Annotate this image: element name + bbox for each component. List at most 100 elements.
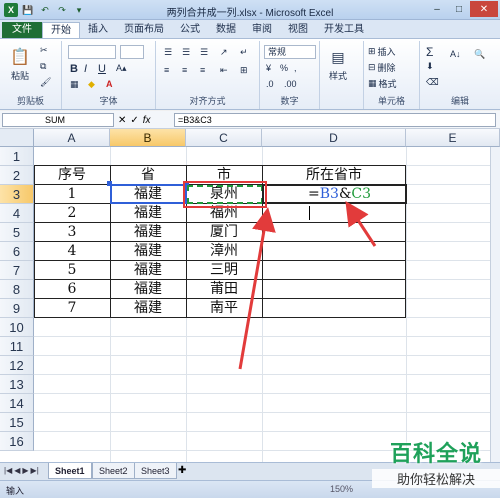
- tab-file[interactable]: 文件: [2, 22, 42, 38]
- format-cells-button[interactable]: ▦ 格式: [368, 77, 397, 90]
- annotation-arrow-left: [238, 207, 276, 370]
- maximize-button[interactable]: □: [448, 1, 470, 17]
- watermark-title: 百科全说: [389, 442, 482, 467]
- sheet-tab-sheet3[interactable]: Sheet3: [134, 463, 177, 479]
- group-alignment: ☰ ☰ ☰ ↗ ↵ ≡ ≡ ≡ ⇤ ⊞ 对齐方式: [156, 41, 260, 109]
- cut-icon[interactable]: ✂: [40, 45, 48, 56]
- underline-button[interactable]: U: [98, 63, 106, 75]
- tab-insert[interactable]: 插入: [80, 22, 116, 38]
- bold-button[interactable]: B: [70, 63, 78, 75]
- title-bar: X 💾 ↶ ↷ ▾ 两列合并成一列.xlsx - Microsoft Excel…: [0, 0, 500, 20]
- delete-cells-button[interactable]: ⊟ 删除: [368, 61, 396, 74]
- indent-icon[interactable]: ⇤: [220, 65, 228, 76]
- tab-developer[interactable]: 开发工具: [316, 22, 372, 38]
- font-name-dropdown[interactable]: [68, 45, 116, 59]
- align-bottom-icon[interactable]: ☰: [200, 47, 208, 58]
- group-label-number: 数字: [280, 96, 299, 106]
- number-format-dropdown[interactable]: 常规: [264, 45, 316, 59]
- group-label-font: 字体: [99, 96, 118, 106]
- first-sheet-icon[interactable]: |◀: [4, 466, 12, 475]
- minimize-button[interactable]: –: [426, 1, 448, 17]
- tab-page-layout[interactable]: 页面布局: [116, 22, 172, 38]
- copy-icon[interactable]: ⧉: [40, 61, 46, 72]
- formula-input[interactable]: =B3&C3: [174, 113, 496, 127]
- fill-color-icon[interactable]: ◆: [88, 79, 95, 90]
- delete-cells-icon: ⊟: [368, 62, 376, 72]
- sheet-tab-sheet2[interactable]: Sheet2: [92, 463, 135, 479]
- font-size-dropdown[interactable]: [120, 45, 144, 59]
- group-clipboard: 📋 粘贴 ✂ ⧉ 🖌 剪贴板: [0, 41, 62, 109]
- clear-icon[interactable]: ⌫: [426, 77, 439, 88]
- close-button[interactable]: ✕: [470, 1, 498, 17]
- name-box[interactable]: SUM: [2, 113, 114, 127]
- ribbon-home: 📋 粘贴 ✂ ⧉ 🖌 剪贴板 B I U A▴ ▦ ◆ A 字体 ☰ ☰ ☰ ↗…: [0, 38, 500, 110]
- decrease-decimal-icon[interactable]: .00: [284, 79, 297, 89]
- border-icon[interactable]: ▦: [70, 79, 79, 90]
- currency-icon[interactable]: ¥: [266, 63, 271, 73]
- save-icon[interactable]: 💾: [21, 3, 35, 17]
- group-cells: ⊞ 插入 ⊟ 删除 ▦ 格式 单元格: [364, 41, 420, 109]
- cancel-icon[interactable]: ✕: [118, 115, 126, 126]
- group-label-editing: 编辑: [450, 96, 469, 106]
- styles-button[interactable]: ▤ 样式: [328, 47, 348, 82]
- formula-bar-buttons: ✕ ✓ fx: [118, 113, 151, 127]
- group-font: B I U A▴ ▦ ◆ A 字体: [62, 41, 156, 109]
- italic-button[interactable]: I: [84, 63, 87, 75]
- vertical-scrollbar[interactable]: [490, 147, 500, 462]
- merge-center-icon[interactable]: ⊞: [240, 65, 248, 76]
- excel-app-icon[interactable]: X: [4, 3, 18, 17]
- tab-home[interactable]: 开始: [42, 22, 80, 38]
- tab-review[interactable]: 审阅: [244, 22, 280, 38]
- align-right-icon[interactable]: ≡: [200, 65, 205, 75]
- find-select-icon[interactable]: 🔍: [474, 49, 485, 60]
- group-editing: Σ ⬇ ⌫ A↓ 🔍 编辑: [420, 41, 500, 109]
- last-sheet-icon[interactable]: ▶|: [31, 466, 39, 475]
- annotation-arrow-right: [345, 200, 377, 247]
- align-middle-icon[interactable]: ☰: [182, 47, 190, 58]
- watermark-subtitle: 助你轻松解决: [372, 469, 500, 488]
- sheet-tab-sheet1[interactable]: Sheet1: [48, 463, 92, 479]
- align-left-icon[interactable]: ≡: [164, 65, 169, 75]
- next-sheet-icon[interactable]: ▶: [22, 466, 28, 475]
- window-title: 两列合并成一列.xlsx - Microsoft Excel: [166, 8, 334, 19]
- sheet-navigation: |◀ ◀ ▶ ▶|: [4, 466, 39, 475]
- formula-bar: SUM ✕ ✓ fx =B3&C3: [0, 111, 500, 129]
- redo-icon[interactable]: ↷: [55, 3, 69, 17]
- group-styles: ▤ 样式: [320, 41, 364, 109]
- align-center-icon[interactable]: ≡: [182, 65, 187, 75]
- comma-icon[interactable]: ,: [294, 63, 297, 73]
- orientation-icon[interactable]: ↗: [220, 47, 228, 58]
- prev-sheet-icon[interactable]: ◀: [14, 466, 20, 475]
- align-top-icon[interactable]: ☰: [164, 47, 172, 58]
- enter-icon[interactable]: ✓: [130, 115, 138, 126]
- insert-cells-icon: ⊞: [368, 46, 376, 56]
- group-number: 常规 ¥ % , .0 .00 数字: [260, 41, 320, 109]
- styles-icon: ▤: [331, 48, 345, 65]
- watermark: 百科全说 助你轻松解决: [372, 436, 500, 488]
- tab-data[interactable]: 数据: [208, 22, 244, 38]
- format-painter-icon[interactable]: 🖌: [40, 77, 51, 88]
- tab-formulas[interactable]: 公式: [172, 22, 208, 38]
- increase-decimal-icon[interactable]: .0: [266, 79, 274, 89]
- window-controls: – □ ✕: [426, 1, 498, 17]
- sort-filter-icon[interactable]: A↓: [450, 49, 461, 59]
- autosum-icon[interactable]: Σ: [426, 45, 433, 59]
- undo-icon[interactable]: ↶: [38, 3, 52, 17]
- zoom-level[interactable]: 150%: [330, 484, 353, 494]
- insert-function-icon[interactable]: fx: [143, 115, 151, 126]
- group-label-clipboard: 剪贴板: [16, 96, 44, 106]
- insert-cells-button[interactable]: ⊞ 插入: [368, 45, 396, 58]
- fill-icon[interactable]: ⬇: [426, 61, 434, 72]
- group-label-cells: 单元格: [377, 96, 405, 106]
- tab-view[interactable]: 视图: [280, 22, 316, 38]
- insert-sheet-icon[interactable]: ✚: [178, 465, 186, 476]
- ribbon-tabs: 文件 开始 插入 页面布局 公式 数据 审阅 视图 开发工具: [0, 20, 500, 38]
- percent-icon[interactable]: %: [280, 63, 288, 73]
- status-mode: 输入: [6, 486, 25, 496]
- font-color-icon[interactable]: A: [106, 79, 113, 89]
- wrap-text-icon[interactable]: ↵: [240, 47, 248, 58]
- font-grow-icon[interactable]: A▴: [116, 63, 127, 74]
- worksheet-grid[interactable]: A B C D E 1 2 3 4 5 6 7 8 9 10 11 12 13 …: [0, 129, 500, 462]
- customize-qat-icon[interactable]: ▾: [72, 3, 86, 17]
- paste-button[interactable]: 📋 粘贴: [10, 47, 30, 82]
